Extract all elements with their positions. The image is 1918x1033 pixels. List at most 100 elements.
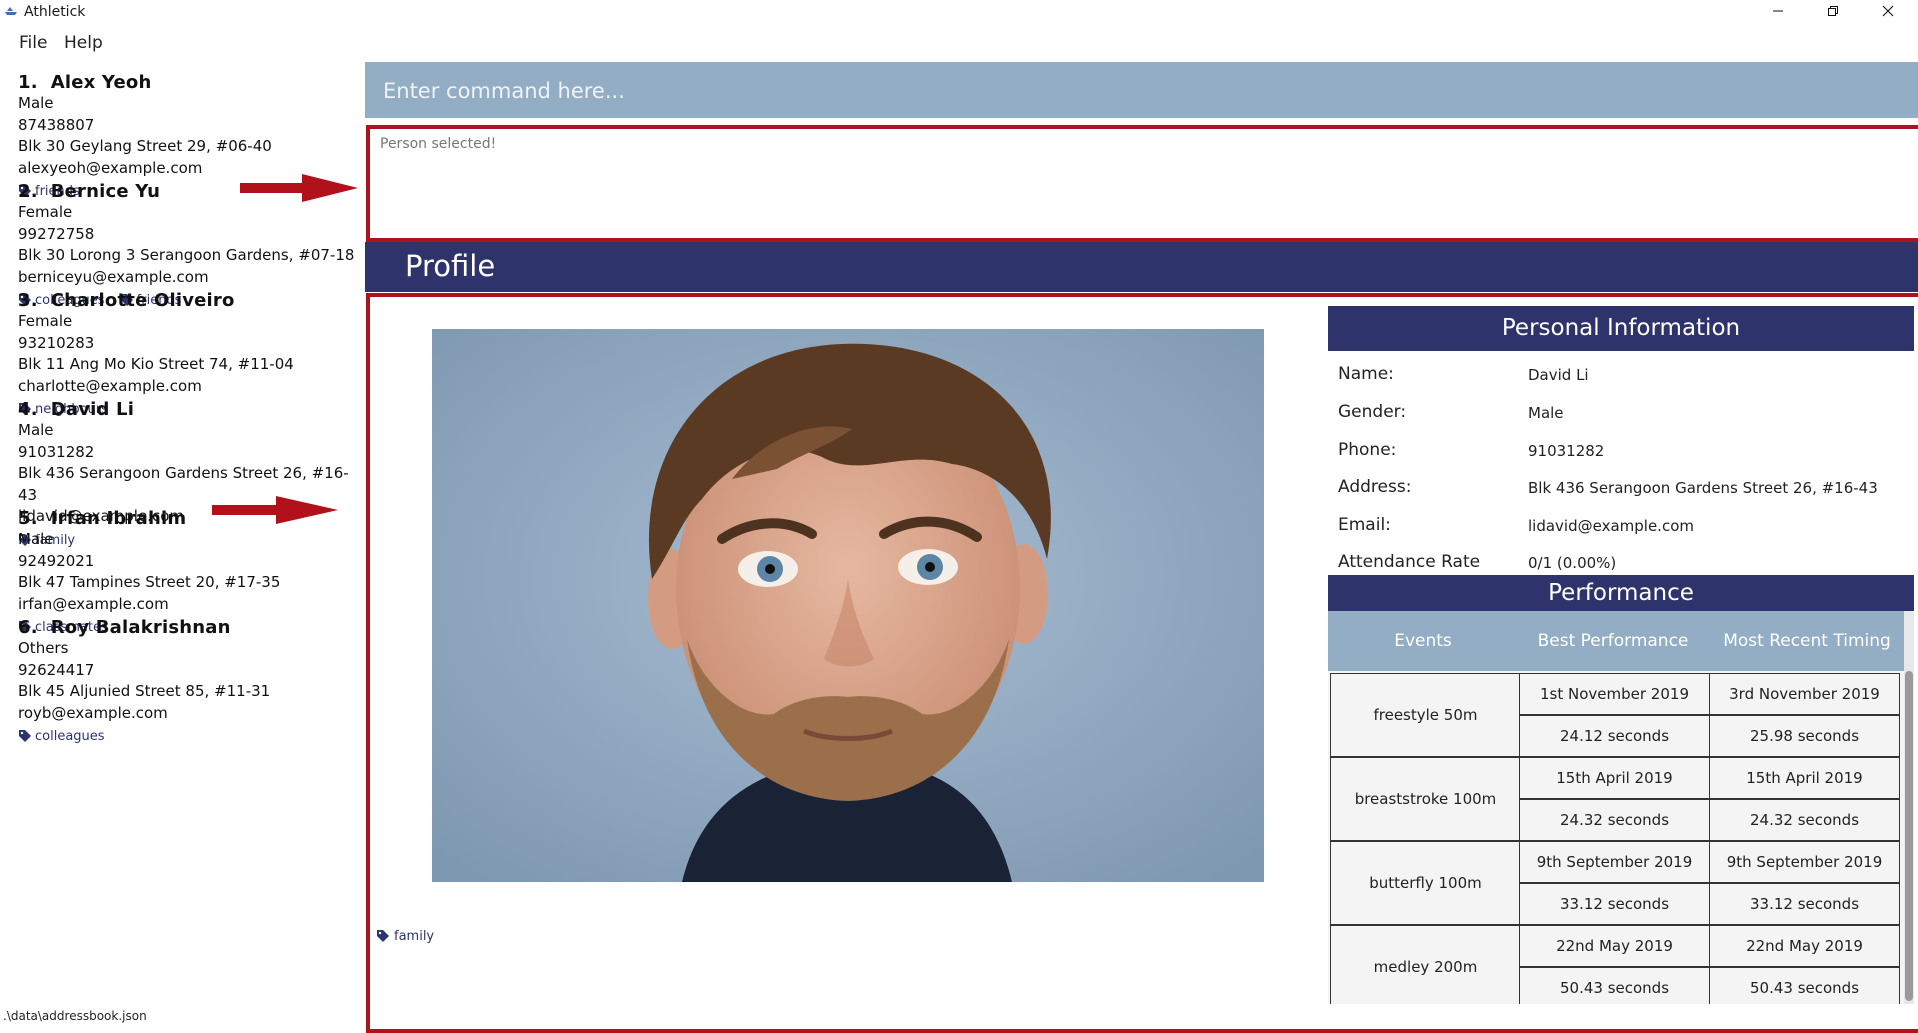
table-row: breaststroke 100m 15th April 2019 24.32 … (1328, 757, 1906, 841)
arrow-icon (212, 496, 338, 524)
personal-info-title: Personal Information (1501, 315, 1741, 341)
event-name: breaststroke 100m (1330, 757, 1521, 841)
person-gender: Male (18, 94, 54, 112)
best-time: 24.32 seconds (1519, 799, 1710, 841)
best-time: 33.12 seconds (1519, 883, 1710, 925)
performance-header: Performance (1328, 575, 1914, 611)
window-title: Athletick (24, 4, 86, 20)
info-value: 0/1 (0.00%) (1528, 554, 1617, 572)
tag-icon (377, 930, 389, 942)
person-phone: 93210283 (18, 333, 95, 352)
person-phone: 91031282 (18, 442, 95, 461)
info-label: Phone: (1338, 440, 1397, 460)
info-value: Male (1528, 404, 1564, 422)
best-time: 50.43 seconds (1519, 967, 1710, 1004)
person-address: Blk 45 Aljunied Street 85, #11-31 (18, 682, 271, 700)
recent-time: 33.12 seconds (1709, 883, 1900, 925)
best-date: 15th April 2019 (1519, 757, 1710, 799)
info-row-address: Address: Blk 436 Serangoon Gardens Stree… (1338, 477, 1908, 507)
recent-date: 22nd May 2019 (1709, 925, 1900, 967)
arrow-icon (240, 174, 358, 202)
person-gender: Male (18, 421, 54, 439)
person-address: Blk 47 Tampines Street 20, #17-35 (18, 573, 281, 591)
status-bar-path: .\data\addressbook.json (3, 1009, 147, 1023)
person-name-line: 3. Charlotte Oliveiro (18, 290, 235, 311)
info-label: Attendance Rate (1338, 552, 1481, 572)
person-address: Blk 11 Ang Mo Kio Street 74, #11-04 (18, 355, 294, 373)
person-card[interactable]: 3. Charlotte Oliveiro Female 93210283 Bl… (18, 290, 358, 417)
person-gender: Female (18, 312, 73, 330)
info-label: Email: (1338, 515, 1391, 535)
recent-date: 15th April 2019 (1709, 757, 1900, 799)
recent-date: 3rd November 2019 (1709, 673, 1900, 715)
person-address: Blk 30 Lorong 3 Serangoon Gardens, #07-1… (18, 246, 355, 264)
recent-time: 24.32 seconds (1709, 799, 1900, 841)
person-name-line: 1. Alex Yeoh (18, 72, 152, 93)
info-value: 91031282 (1528, 442, 1605, 460)
result-display: Person selected! (366, 125, 1918, 242)
person-email: irfan@example.com (18, 594, 169, 613)
scrollbar-thumb[interactable] (1905, 671, 1913, 1001)
person-phone: 92492021 (18, 551, 95, 570)
person-card[interactable]: 6. Roy Balakrishnan Others 92624417 Blk … (18, 617, 358, 744)
event-name: medley 200m (1330, 925, 1521, 1004)
best-date: 9th September 2019 (1519, 841, 1710, 883)
recent-time: 25.98 seconds (1709, 715, 1900, 757)
info-label: Gender: (1338, 402, 1407, 422)
menu-file[interactable]: File (19, 33, 47, 53)
person-address: Blk 30 Geylang Street 29, #06-40 (18, 137, 272, 155)
column-header-recent[interactable]: Most Recent Timing (1708, 611, 1906, 671)
performance-table-header: Events Best Performance Most Recent Timi… (1328, 611, 1906, 671)
performance-title: Performance (1548, 580, 1694, 606)
info-label: Name: (1338, 364, 1394, 384)
recent-time: 50.43 seconds (1709, 967, 1900, 1004)
event-name: freestyle 50m (1330, 673, 1521, 757)
app-logo-icon (5, 7, 17, 15)
person-phone: 87438807 (18, 115, 95, 134)
person-email: berniceyu@example.com (18, 267, 209, 286)
restore-icon[interactable] (1813, 2, 1853, 24)
person-phone: 92624417 (18, 660, 95, 679)
command-input[interactable] (381, 62, 1885, 120)
person-gender: Male (18, 530, 54, 548)
person-email: royb@example.com (18, 703, 168, 722)
tag-icon (19, 730, 31, 742)
person-card[interactable]: 5. Irfan Ibrahim Male 92492021 Blk 47 Ta… (18, 508, 358, 635)
person-email: charlotte@example.com (18, 376, 202, 395)
info-value: lidavid@example.com (1528, 517, 1694, 535)
profile-header: Profile (365, 242, 1918, 292)
event-name: butterfly 100m (1330, 841, 1521, 925)
column-header-best[interactable]: Best Performance (1518, 611, 1708, 671)
best-date: 1st November 2019 (1519, 673, 1710, 715)
info-value: David Li (1528, 366, 1589, 384)
personal-info-header: Personal Information (1328, 306, 1914, 351)
info-value: Blk 436 Serangoon Gardens Street 26, #16… (1528, 479, 1878, 497)
command-box[interactable] (365, 62, 1918, 120)
recent-date: 9th September 2019 (1709, 841, 1900, 883)
info-row-gender: Gender: Male (1338, 402, 1908, 432)
person-name-line: 4. David Li (18, 399, 135, 420)
performance-table[interactable]: Events Best Performance Most Recent Timi… (1328, 611, 1906, 1004)
person-gender: Others (18, 639, 69, 657)
info-label: Address: (1338, 477, 1412, 497)
info-row-name: Name: David Li (1338, 364, 1908, 394)
result-text: Person selected! (380, 136, 497, 152)
profile-title: Profile (405, 249, 496, 283)
menu-help[interactable]: Help (64, 33, 103, 53)
person-name-line: 6. Roy Balakrishnan (18, 617, 231, 638)
performance-scrollbar[interactable] (1904, 611, 1914, 1004)
info-row-email: Email: lidavid@example.com (1338, 515, 1908, 545)
person-phone: 99272758 (18, 224, 95, 243)
table-row: medley 200m 22nd May 2019 50.43 seconds … (1328, 925, 1906, 1004)
person-gender: Female (18, 203, 73, 221)
minimize-icon[interactable] (1758, 2, 1798, 24)
best-time: 24.12 seconds (1519, 715, 1710, 757)
table-row: butterfly 100m 9th September 2019 33.12 … (1328, 841, 1906, 925)
profile-tag: family (376, 929, 434, 944)
best-date: 22nd May 2019 (1519, 925, 1710, 967)
info-row-phone: Phone: 91031282 (1338, 440, 1908, 470)
column-header-events[interactable]: Events (1328, 611, 1518, 671)
close-icon[interactable] (1868, 2, 1908, 24)
title-bar: Athletick (0, 0, 1918, 26)
profile-photo (432, 329, 1264, 882)
